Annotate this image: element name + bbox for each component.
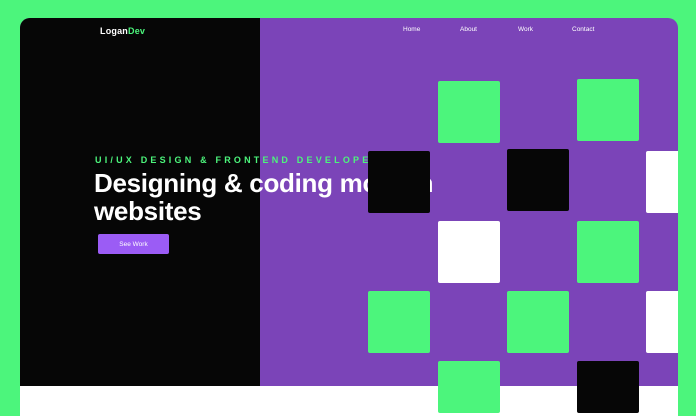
see-work-button[interactable]: See Work bbox=[98, 234, 169, 254]
logo-main-text: Logan bbox=[100, 26, 128, 36]
decor-square bbox=[438, 221, 500, 283]
nav-work-link[interactable]: Work bbox=[518, 26, 533, 33]
nav-home-link[interactable]: Home bbox=[403, 26, 420, 33]
decor-square bbox=[577, 221, 639, 283]
nav-about-link[interactable]: About bbox=[460, 26, 477, 33]
decor-square bbox=[577, 361, 639, 413]
decor-square bbox=[646, 291, 678, 353]
decor-square bbox=[507, 149, 569, 211]
page-frame: LoganDev Home About Work Contact UI/UX D… bbox=[20, 18, 678, 416]
decor-square bbox=[507, 291, 569, 353]
decor-square bbox=[438, 81, 500, 143]
logo-accent-text: Dev bbox=[128, 26, 146, 36]
decor-square bbox=[368, 151, 430, 213]
decor-square bbox=[646, 151, 678, 213]
nav-contact-link[interactable]: Contact bbox=[572, 26, 594, 33]
decor-square bbox=[368, 291, 430, 353]
site-logo[interactable]: LoganDev bbox=[100, 26, 145, 36]
hero-subtitle: UI/UX DESIGN & FRONTEND DEVELOPER bbox=[95, 155, 382, 165]
decor-square bbox=[438, 361, 500, 413]
decor-square bbox=[577, 79, 639, 141]
